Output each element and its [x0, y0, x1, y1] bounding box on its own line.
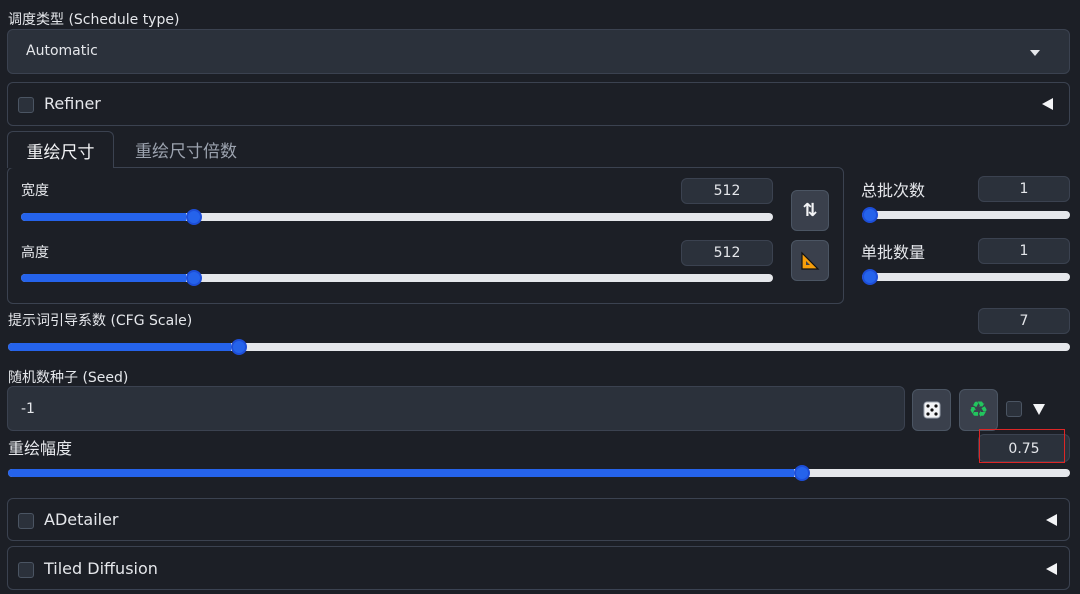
- tiled-diffusion-accordion[interactable]: Tiled Diffusion: [7, 546, 1070, 590]
- denoising-slider-thumb[interactable]: [794, 465, 810, 481]
- batch-count-label: 总批次数: [861, 181, 926, 200]
- cfg-scale-input[interactable]: 7: [978, 308, 1070, 334]
- denoising-slider-fill: [8, 469, 794, 477]
- refiner-accordion[interactable]: Refiner: [7, 82, 1070, 126]
- schedule-type-label: 调度类型 (Schedule type): [8, 12, 180, 28]
- batch-count-input[interactable]: 1: [978, 176, 1070, 202]
- seed-label: 随机数种子 (Seed): [8, 370, 129, 386]
- batch-size-slider-track[interactable]: [862, 273, 1070, 281]
- width-slider-track[interactable]: [21, 213, 773, 221]
- denoising-label: 重绘幅度: [8, 439, 73, 458]
- batch-size-input[interactable]: 1: [978, 238, 1070, 264]
- expand-arrow-icon[interactable]: [1033, 404, 1045, 415]
- batch-count-slider-thumb[interactable]: [862, 207, 878, 223]
- refiner-checkbox[interactable]: [18, 97, 34, 113]
- seed-input[interactable]: -1: [7, 386, 905, 431]
- cfg-scale-slider-track[interactable]: [8, 343, 1070, 351]
- refiner-label: Refiner: [44, 94, 101, 113]
- height-slider-thumb[interactable]: [186, 270, 202, 286]
- collapse-arrow-icon[interactable]: [1042, 98, 1053, 110]
- width-input[interactable]: 512: [681, 178, 773, 204]
- swap-dimensions-button[interactable]: ⇅: [791, 190, 829, 231]
- collapse-arrow-icon[interactable]: [1046, 514, 1057, 526]
- batch-count-slider-track[interactable]: [862, 211, 1070, 219]
- aspect-ratio-button[interactable]: [791, 240, 829, 281]
- highlight-box: [979, 429, 1065, 463]
- schedule-type-select[interactable]: Automatic: [7, 29, 1070, 74]
- height-slider-track[interactable]: [21, 274, 773, 282]
- chevron-down-icon: [1030, 50, 1040, 56]
- batch-size-label: 单批数量: [861, 243, 926, 262]
- height-input[interactable]: 512: [681, 240, 773, 266]
- seed-value: -1: [21, 401, 35, 417]
- collapse-arrow-icon[interactable]: [1046, 563, 1057, 575]
- random-seed-button[interactable]: [912, 389, 951, 431]
- swap-vertical-icon: ⇅: [802, 200, 818, 221]
- tab-resize-by[interactable]: 重绘尺寸倍数: [118, 131, 254, 168]
- extra-seed-checkbox[interactable]: [1006, 401, 1022, 417]
- adetailer-accordion[interactable]: ADetailer: [7, 498, 1070, 541]
- cfg-scale-label: 提示词引导系数 (CFG Scale): [8, 313, 193, 329]
- tiled-diffusion-checkbox[interactable]: [18, 562, 34, 578]
- reuse-seed-button[interactable]: ♻: [959, 389, 998, 431]
- adetailer-checkbox[interactable]: [18, 513, 34, 529]
- width-slider-thumb[interactable]: [186, 209, 202, 225]
- cfg-scale-slider-fill: [8, 343, 231, 351]
- tab-resize-to[interactable]: 重绘尺寸: [7, 131, 114, 168]
- schedule-type-value: Automatic: [26, 43, 98, 59]
- recycle-icon: ♻: [968, 397, 989, 423]
- denoising-slider-track[interactable]: [8, 469, 1070, 477]
- triangle-ruler-icon: [801, 251, 820, 270]
- height-label: 高度: [21, 245, 49, 261]
- height-slider-fill: [21, 274, 186, 282]
- cfg-scale-slider-thumb[interactable]: [231, 339, 247, 355]
- batch-size-slider-thumb[interactable]: [862, 269, 878, 285]
- width-label: 宽度: [21, 183, 49, 199]
- dice-icon: [923, 401, 940, 419]
- width-slider-fill: [21, 213, 186, 221]
- adetailer-label: ADetailer: [44, 510, 119, 529]
- tiled-diffusion-label: Tiled Diffusion: [44, 559, 158, 578]
